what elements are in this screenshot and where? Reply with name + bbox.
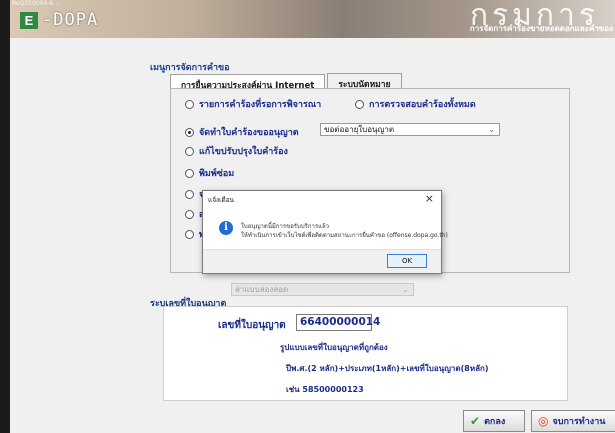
dialog-ok-button[interactable]: OK: [387, 254, 427, 268]
select-value: ขอต่ออายุใบอนุญาต: [324, 125, 395, 134]
header-banner: ReQ010004-6 ... E -DOPA กรมการ การจัดการ…: [10, 0, 615, 38]
radio-selected-icon[interactable]: [185, 127, 194, 137]
radio-icon[interactable]: [185, 99, 194, 109]
hint-example: เช่น 58500000123: [286, 385, 364, 394]
option-label: พิมพ์ซ่อม: [199, 169, 235, 179]
exit-button[interactable]: ◎ จบการทำงาน: [531, 410, 615, 432]
alert-dialog: แจ้งเตือน × i ใบอนุญาตนี้มีการขอรับบริกา…: [202, 190, 448, 274]
info-icon: i: [219, 221, 233, 235]
license-number-input[interactable]: 66400000014: [296, 314, 380, 331]
logo-badge: E: [20, 11, 38, 29]
select-value: ล่าแบบล่องลอด: [235, 285, 289, 294]
option-edit-request[interactable]: แก้ไขปรับปรุงใบคำร้อง: [185, 144, 288, 158]
dialog-title: แจ้งเตือน: [208, 196, 234, 204]
window-caption: ReQ010004-6 ...: [12, 0, 61, 7]
option-label: การตรวจสอบคำร้องทั้งหมด: [369, 100, 476, 110]
stop-icon: ◎: [538, 414, 549, 428]
option-label: แก้ไขปรับปรุงใบคำร้อง: [199, 147, 288, 157]
exit-button-label: จบการทำงาน: [552, 417, 606, 427]
hint-pattern: ปีพ.ศ.(2 หลัก)+ประเภท(1หลัก)+เลขที่ใบอนุ…: [286, 364, 489, 373]
dialog-message-line2: ให้ทำเนินการเข้าเว็บไซต์เพื่อติดตามสถานะ…: [241, 232, 448, 239]
radio-icon[interactable]: [185, 146, 194, 156]
radio-icon[interactable]: [185, 189, 194, 199]
screen-left-edge: [0, 0, 10, 433]
ok-button-label: ตกลง: [484, 417, 506, 427]
close-icon[interactable]: ×: [425, 192, 434, 205]
radio-icon[interactable]: [185, 209, 194, 219]
request-type-select[interactable]: ขอต่ออายุใบอนุญาต ⌄: [320, 123, 500, 136]
logo-text: -DOPA: [42, 10, 99, 30]
chevron-down-icon: ⌄: [402, 285, 409, 294]
menu-group-title: เมนูการจัดการคำขอ: [150, 63, 230, 73]
option-check-all[interactable]: การตรวจสอบคำร้องทั้งหมด: [355, 97, 476, 111]
ok-button[interactable]: ✔ ตกลง: [463, 410, 525, 432]
checkmark-icon: ✔: [470, 414, 481, 428]
radio-icon[interactable]: [185, 168, 194, 178]
app-logo: E -DOPA: [20, 10, 98, 30]
option-label: จัดทำใบคำร้องขออนุญาต: [199, 128, 299, 138]
radio-icon[interactable]: [355, 99, 364, 109]
dialog-footer: OK: [203, 249, 441, 273]
chevron-down-icon: ⌄: [488, 125, 495, 134]
hint-format: รูปแบบเลขที่ใบอนุญาตที่ถูกต้อง: [280, 343, 388, 352]
option-pending-list[interactable]: รายการคำร้องที่รอการพิจารณา: [185, 97, 321, 111]
option-label: รายการคำร้องที่รอการพิจารณา: [199, 100, 322, 110]
option-create-request[interactable]: จัดทำใบคำร้องขออนุญาต: [185, 125, 299, 139]
license-number-label: เลขที่ใบอนุญาต: [218, 320, 286, 331]
disabled-select: ล่าแบบล่องลอด ⌄: [231, 283, 414, 296]
radio-icon[interactable]: [185, 229, 194, 239]
app-window: ReQ010004-6 ... E -DOPA กรมการ การจัดการ…: [10, 0, 615, 433]
option-print-again[interactable]: พิมพ์ซ่อม: [185, 166, 234, 180]
banner-subtitle: การจัดการคำร้องขายหอดดอกและคำของ: [469, 24, 613, 33]
